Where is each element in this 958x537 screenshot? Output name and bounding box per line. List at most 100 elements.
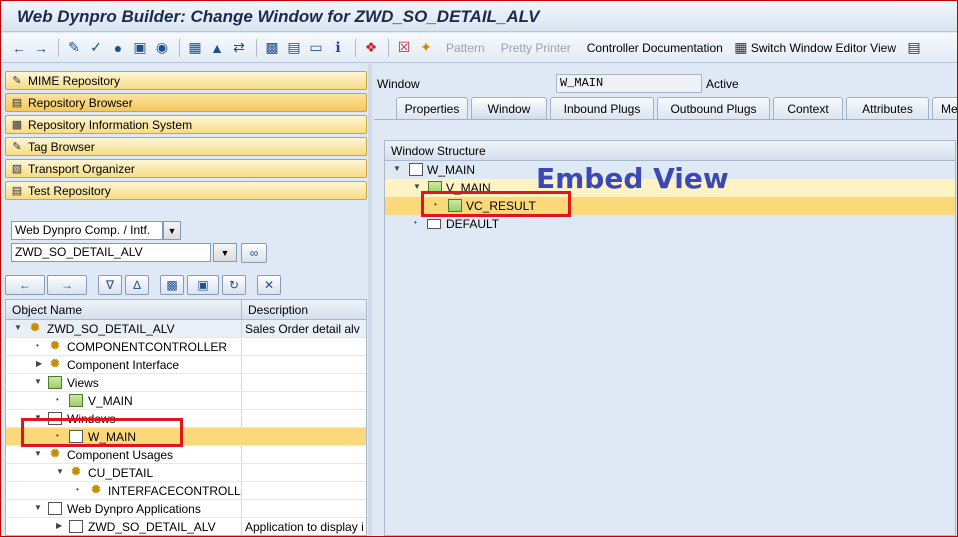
- object-list-icon[interactable]: ▣: [130, 38, 150, 58]
- activate-icon[interactable]: ✓: [86, 38, 106, 58]
- tag-browser-button[interactable]: ✎ Tag Browser: [5, 137, 367, 156]
- tree-item-description: Application to display i: [245, 520, 364, 534]
- pattern-button[interactable]: Pattern: [446, 41, 485, 55]
- tree-item-description: [242, 500, 366, 517]
- tree-item-label: CU_DETAIL: [88, 466, 154, 480]
- expand-triangle-icon[interactable]: ▼: [56, 467, 64, 476]
- forward-arrow-icon[interactable]: →: [31, 38, 51, 58]
- chevron-down-icon[interactable]: ▼: [163, 221, 181, 240]
- component-usages-icon: ✺: [50, 448, 60, 460]
- display-icon[interactable]: ▭: [306, 38, 326, 58]
- tree-item-description: [242, 392, 366, 409]
- switch-window-editor-view-button[interactable]: Switch Window Editor View: [751, 41, 896, 55]
- expand-triangle-icon[interactable]: ▶: [56, 521, 62, 530]
- tab-outbound-plugs[interactable]: Outbound Plugs: [657, 97, 770, 119]
- check-icon[interactable]: ●: [108, 38, 128, 58]
- structure-item-label: DEFAULT: [446, 217, 500, 231]
- refresh-icon[interactable]: ↻: [222, 275, 246, 295]
- back-arrow-icon[interactable]: ←: [9, 38, 29, 58]
- table-row[interactable]: ▼ ✺ Component Usages: [6, 446, 366, 464]
- test-icon[interactable]: ◉: [152, 38, 172, 58]
- tree-item-label: Component Interface: [67, 358, 180, 372]
- interface-icon: ✺: [50, 358, 60, 370]
- hierarchy-icon[interactable]: ▦: [185, 38, 205, 58]
- where-used-icon[interactable]: ▲: [207, 38, 227, 58]
- toolbar-separator: [355, 38, 356, 57]
- window-field-label: Window: [377, 77, 420, 91]
- expand-all-icon[interactable]: ∇: [98, 275, 122, 295]
- table-row[interactable]: ▼ ✺ CU_DETAIL: [6, 464, 366, 482]
- component-usage-icon: ✺: [71, 466, 81, 478]
- back-nav-button[interactable]: ←: [5, 275, 45, 295]
- column-header-object-name[interactable]: Object Name: [6, 300, 242, 319]
- expand-triangle-icon[interactable]: ▼: [413, 182, 421, 191]
- repository-browser-button[interactable]: ▤ Repository Browser: [5, 93, 367, 112]
- tab-attributes[interactable]: Attributes: [846, 97, 929, 119]
- expand-triangle-icon[interactable]: ▼: [393, 164, 401, 173]
- expand-triangle-icon[interactable]: ▼: [34, 503, 42, 512]
- stop-icon[interactable]: ☒: [394, 38, 414, 58]
- table-row[interactable]: ▶ ✺ Component Interface: [6, 356, 366, 374]
- more-icon[interactable]: ▤: [904, 38, 924, 58]
- expand-triangle-icon[interactable]: ▼: [34, 377, 42, 386]
- column-header-description[interactable]: Description: [242, 300, 366, 319]
- tree-icon[interactable]: ▩: [262, 38, 282, 58]
- object-type-select[interactable]: Web Dynpro Comp. / Intf.: [11, 221, 163, 240]
- edit-pencil-icon[interactable]: ✎: [64, 38, 84, 58]
- display-glasses-icon[interactable]: ∞: [241, 243, 267, 263]
- bullet-icon: •: [414, 218, 417, 227]
- tree-item-description: [242, 482, 366, 499]
- tree-item-description: [242, 428, 366, 445]
- forward-nav-button[interactable]: →: [47, 275, 87, 295]
- tree-item-label: ZWD_SO_DETAIL_ALV: [88, 520, 216, 534]
- stack-icon[interactable]: ▤: [284, 38, 304, 58]
- chevron-down-icon[interactable]: ▼: [213, 243, 237, 262]
- table-row[interactable]: ▼ ✺ ZWD_SO_DETAIL_ALV Sales Order detail…: [6, 320, 366, 338]
- table-row[interactable]: • ✺ COMPONENTCONTROLLER: [6, 338, 366, 356]
- view-icon: [69, 394, 83, 407]
- table-row[interactable]: ▼ Web Dynpro Applications: [6, 500, 366, 518]
- window-name-field[interactable]: W_MAIN: [556, 74, 702, 93]
- hierarchy-icon[interactable]: ▩: [160, 275, 184, 295]
- expand-triangle-icon[interactable]: ▼: [34, 449, 42, 458]
- tree-item-label: ZWD_SO_DETAIL_ALV: [47, 322, 175, 336]
- editor-pane: Window W_MAIN Active Properties Window I…: [372, 64, 957, 536]
- toolbar-separator: [388, 38, 389, 57]
- tab-window[interactable]: Window: [471, 97, 547, 119]
- breakpoint-icon[interactable]: ❖: [361, 38, 381, 58]
- tab-methods[interactable]: Me: [932, 97, 957, 119]
- controller-documentation-button[interactable]: Controller Documentation: [587, 41, 723, 55]
- mime-repository-button[interactable]: ✎ MIME Repository: [5, 71, 367, 90]
- controller-icon: ✺: [50, 340, 60, 352]
- table-row[interactable]: ▼ Views: [6, 374, 366, 392]
- table-row[interactable]: • ✺ INTERFACECONTROLLER: [6, 482, 366, 500]
- expand-triangle-icon[interactable]: ▼: [14, 323, 22, 332]
- tree-item-description: Sales Order detail alv: [245, 322, 360, 336]
- navigate-icon[interactable]: ⇄: [229, 38, 249, 58]
- window-structure-header: Window Structure: [385, 141, 955, 161]
- tab-inbound-plugs[interactable]: Inbound Plugs: [550, 97, 654, 119]
- tree-header: Object Name Description: [6, 300, 366, 320]
- tab-context[interactable]: Context: [773, 97, 843, 119]
- application-icon: [69, 520, 83, 533]
- test-repository-button[interactable]: ▤ Test Repository: [5, 181, 367, 200]
- settings-icon[interactable]: ▣: [187, 275, 219, 295]
- expand-triangle-icon[interactable]: ▶: [36, 359, 42, 368]
- nav-button-label: Tag Browser: [28, 139, 95, 154]
- table-row[interactable]: ▶ ZWD_SO_DETAIL_ALV Application to displ…: [6, 518, 366, 535]
- close-icon[interactable]: ✕: [257, 275, 281, 295]
- repository-information-system-button[interactable]: ▩ Repository Information System: [5, 115, 367, 134]
- tree-item-label: INTERFACECONTROLLER: [108, 484, 241, 498]
- transport-organizer-button[interactable]: ▨ Transport Organizer: [5, 159, 367, 178]
- structure-row[interactable]: • DEFAULT: [385, 215, 955, 233]
- collapse-all-icon[interactable]: ∆: [125, 275, 149, 295]
- info-icon[interactable]: ℹ: [328, 38, 348, 58]
- tree-item-label: Component Usages: [67, 448, 174, 462]
- tab-properties[interactable]: Properties: [396, 97, 468, 119]
- wizard-icon[interactable]: ✦: [416, 38, 436, 58]
- table-row[interactable]: • V_MAIN: [6, 392, 366, 410]
- bullet-icon: •: [56, 395, 59, 404]
- object-name-input[interactable]: ZWD_SO_DETAIL_ALV: [11, 243, 211, 262]
- info-system-icon: ▩: [11, 119, 23, 131]
- pretty-printer-button[interactable]: Pretty Printer: [501, 41, 571, 55]
